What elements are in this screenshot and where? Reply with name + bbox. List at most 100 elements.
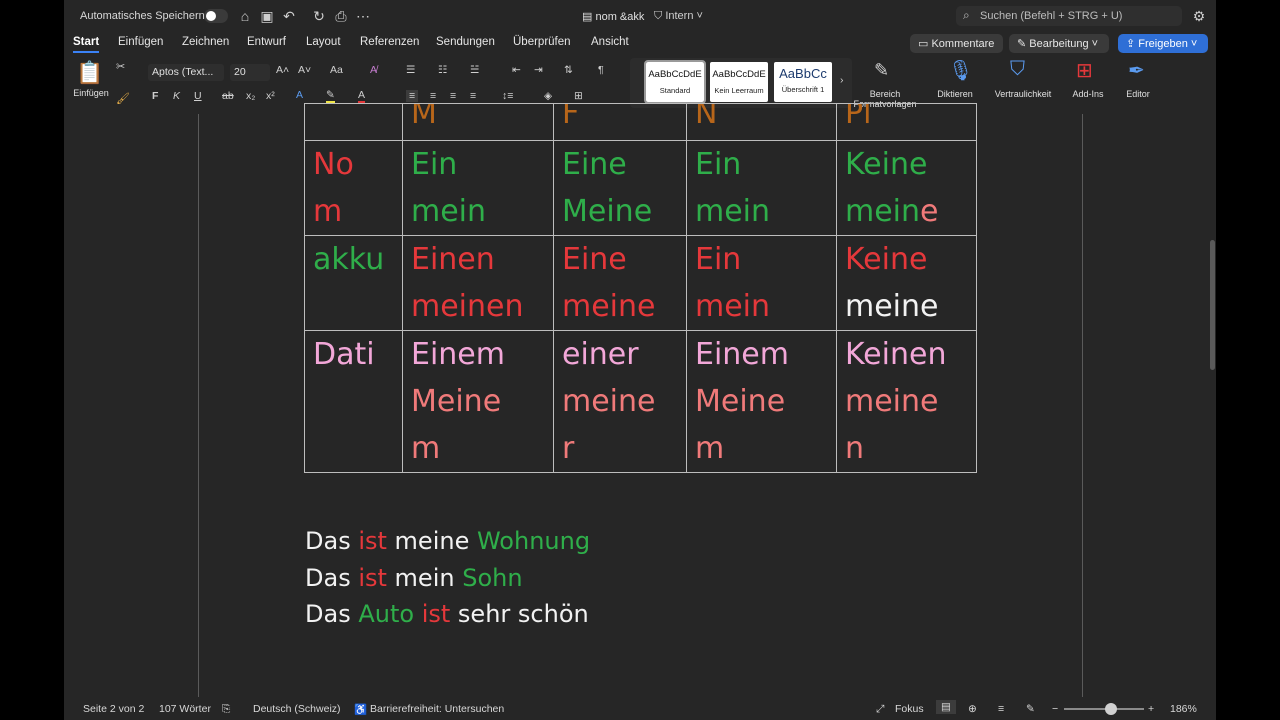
align-right-icon[interactable]: ≡: [450, 90, 456, 102]
italic-button[interactable]: K: [173, 90, 180, 102]
zoom-slider[interactable]: [1064, 708, 1144, 710]
cut-icon[interactable]: ✂: [116, 60, 125, 73]
focus-icon[interactable]: ⤢: [876, 703, 884, 716]
font-name-select[interactable]: Aptos (Text...: [148, 64, 224, 81]
search-input[interactable]: ⌕ Suchen (Befehl + STRG + U): [956, 6, 1182, 26]
table-cell[interactable]: Eine Meine: [553, 140, 687, 236]
pilcrow-icon[interactable]: ¶: [598, 64, 604, 76]
line-spacing-icon[interactable]: ↕≡: [502, 90, 513, 102]
zoom-level[interactable]: 186%: [1170, 703, 1197, 715]
table-cell[interactable]: Keine meine: [836, 140, 977, 236]
strikethrough-button[interactable]: ab: [222, 90, 234, 102]
text-effects-icon[interactable]: A: [296, 89, 303, 101]
share-button[interactable]: ⇪ Freigeben ˅: [1118, 34, 1208, 53]
table-cell[interactable]: Keinen meine n: [836, 330, 977, 473]
word-count[interactable]: 107 Wörter: [159, 703, 211, 715]
decrease-indent-icon[interactable]: ⇤: [512, 64, 521, 76]
font-size-select[interactable]: 20: [230, 64, 270, 81]
table-cell[interactable]: Einem Meine m: [402, 330, 554, 473]
editor-label[interactable]: Editor: [1116, 89, 1160, 99]
tab-ueberpruefen[interactable]: Überprüfen: [513, 36, 571, 48]
zoom-in-icon[interactable]: +: [1148, 703, 1154, 715]
table-cell[interactable]: akku: [304, 235, 403, 331]
table-cell[interactable]: Ein mein: [686, 140, 837, 236]
undo-icon[interactable]: ↶: [280, 7, 298, 25]
more-icon[interactable]: ⋯: [354, 7, 372, 25]
table-cell[interactable]: Pl: [836, 103, 977, 141]
superscript-button[interactable]: x²: [266, 90, 275, 102]
table-cell[interactable]: F: [553, 103, 687, 141]
sensitivity-ribbon-label[interactable]: Vertraulichkeit: [988, 89, 1058, 99]
accessibility-status[interactable]: Barrierefreiheit: Untersuchen: [370, 703, 504, 715]
grow-font-icon[interactable]: A˄: [276, 64, 289, 76]
font-color-icon[interactable]: A: [358, 89, 366, 104]
redo-icon[interactable]: ↻: [310, 7, 328, 25]
zoom-out-icon[interactable]: −: [1052, 703, 1058, 715]
document-title[interactable]: ▤ nom &akk: [582, 10, 644, 23]
outline-icon[interactable]: ≡: [998, 703, 1004, 715]
tab-start[interactable]: Start: [73, 36, 100, 53]
sensitivity-label[interactable]: ⛉ Intern ˅: [654, 10, 703, 23]
increase-indent-icon[interactable]: ⇥: [534, 64, 543, 76]
bullets-icon[interactable]: ☰: [406, 64, 415, 76]
dictate-label[interactable]: Diktieren: [930, 89, 980, 99]
declension-table[interactable]: M F N Pl No m Ein mein Eine Meine Ein mein K…: [304, 103, 977, 473]
underline-button[interactable]: U: [194, 90, 202, 102]
print-icon[interactable]: ⎙: [332, 7, 350, 25]
home-icon[interactable]: ⌂: [236, 7, 254, 25]
sensitivity-icon[interactable]: ⛉: [1010, 58, 1025, 81]
tab-sendungen[interactable]: Sendungen: [436, 36, 495, 48]
tab-einfuegen[interactable]: Einfügen: [118, 36, 163, 48]
style-standard[interactable]: AaBbCcDdE Standard: [644, 60, 706, 104]
align-left-icon[interactable]: ≡: [406, 90, 419, 102]
sort-icon[interactable]: ⇅: [564, 64, 573, 76]
vertical-scrollbar[interactable]: [1210, 240, 1215, 370]
page-indicator[interactable]: Seite 2 von 2: [83, 703, 144, 715]
multilevel-icon[interactable]: ☱: [470, 64, 479, 76]
web-layout-icon[interactable]: ⊕: [968, 703, 977, 715]
accessibility-icon[interactable]: ♿: [354, 703, 367, 716]
table-cell[interactable]: No m: [304, 140, 403, 236]
autosave-toggle[interactable]: [204, 9, 228, 23]
numbering-icon[interactable]: ☷: [438, 64, 447, 76]
table-cell[interactable]: einer meine r: [553, 330, 687, 473]
style-no-spacing[interactable]: AaBbCcDdE Kein Leerraum: [710, 62, 768, 102]
table-cell[interactable]: Einen meinen: [402, 235, 554, 331]
shrink-font-icon[interactable]: A˅: [298, 64, 311, 76]
highlight-icon[interactable]: ✎: [326, 89, 335, 104]
tab-referenzen[interactable]: Referenzen: [360, 36, 419, 48]
table-cell[interactable]: Dati: [304, 330, 403, 473]
table-cell[interactable]: N: [686, 103, 837, 141]
style-heading-1[interactable]: AaBbCc Überschrift 1: [774, 62, 832, 102]
bold-button[interactable]: F: [152, 90, 158, 102]
paste-icon[interactable]: 📋: [76, 60, 103, 86]
styles-more-icon[interactable]: ›: [840, 74, 844, 86]
subscript-button[interactable]: x₂: [246, 90, 255, 102]
example-sentences[interactable]: Das ist meine Wohnung Das ist mein Sohn …: [305, 523, 590, 633]
borders-icon[interactable]: ⊞: [574, 90, 583, 102]
tab-zeichnen[interactable]: Zeichnen: [182, 36, 229, 48]
table-cell[interactable]: [304, 103, 403, 141]
styles-pane-icon[interactable]: ✎: [874, 60, 889, 81]
editor-icon[interactable]: ✒: [1128, 58, 1145, 83]
editing-mode-button[interactable]: ✎ Bearbeitung ˅: [1009, 34, 1109, 53]
align-center-icon[interactable]: ≡: [430, 90, 436, 102]
microphone-icon[interactable]: 🎙: [948, 58, 973, 83]
track-changes-icon[interactable]: ⎘: [222, 703, 230, 716]
table-cell[interactable]: Eine meine: [553, 235, 687, 331]
shading-icon[interactable]: ◈: [544, 90, 552, 102]
comments-button[interactable]: ▭ Kommentare: [910, 34, 1003, 53]
justify-icon[interactable]: ≡: [470, 90, 476, 102]
format-painter-icon[interactable]: 🖌: [116, 92, 130, 105]
table-cell[interactable]: Ein mein: [402, 140, 554, 236]
copilot-icon[interactable]: ⚙: [1190, 7, 1208, 25]
clear-format-icon[interactable]: A̸: [370, 64, 377, 76]
change-case-icon[interactable]: Aa: [330, 64, 343, 76]
focus-mode[interactable]: Fokus: [895, 703, 924, 715]
language-indicator[interactable]: Deutsch (Schweiz): [253, 703, 341, 715]
tab-entwurf[interactable]: Entwurf: [247, 36, 286, 48]
addins-icon[interactable]: ⊞: [1076, 58, 1093, 83]
tab-ansicht[interactable]: Ansicht: [591, 36, 629, 48]
table-cell[interactable]: Einem Meine m: [686, 330, 837, 473]
zoom-slider-handle[interactable]: [1105, 703, 1117, 715]
